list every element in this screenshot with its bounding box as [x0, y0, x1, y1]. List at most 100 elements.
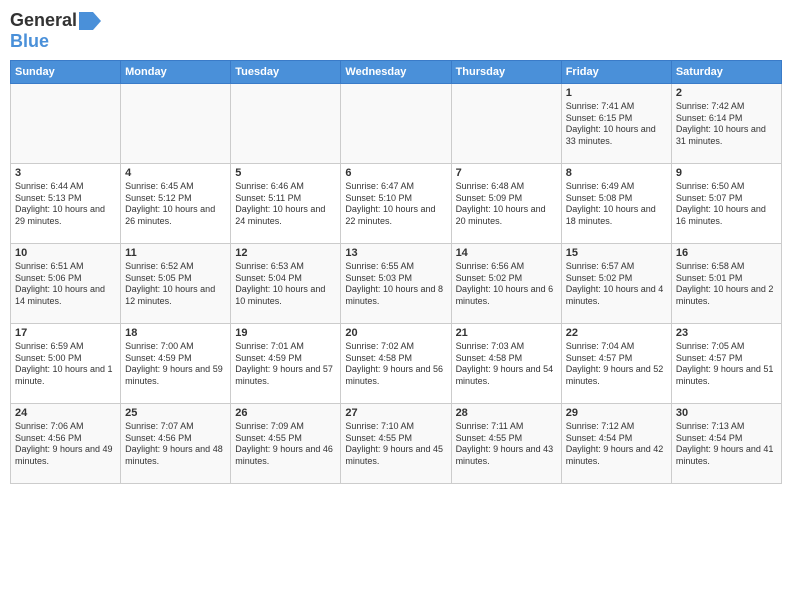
- cell-info: Sunrise: 7:02 AMSunset: 4:58 PMDaylight:…: [345, 341, 443, 386]
- calendar-cell: [451, 84, 561, 164]
- day-number: 9: [676, 167, 777, 179]
- day-number: 27: [345, 407, 446, 419]
- cell-info: Sunrise: 7:01 AMSunset: 4:59 PMDaylight:…: [235, 341, 333, 386]
- day-number: 15: [566, 247, 667, 259]
- day-number: 3: [15, 167, 116, 179]
- calendar-cell: 30Sunrise: 7:13 AMSunset: 4:54 PMDayligh…: [671, 404, 781, 484]
- day-number: 13: [345, 247, 446, 259]
- day-number: 2: [676, 87, 777, 99]
- calendar-cell: 19 Sunrise: 7:01 AMSunset: 4:59 PMDayligh…: [231, 324, 341, 404]
- cell-info: Sunrise: 6:52 AMSunset: 5:05 PMDaylight:…: [125, 261, 215, 306]
- calendar-cell: 6 Sunrise: 6:47 AMSunset: 5:10 PMDaylight…: [341, 164, 451, 244]
- cell-info: Sunrise: 7:13 AMSunset: 4:54 PMDaylight:…: [676, 421, 774, 466]
- logo: General Blue: [10, 10, 101, 52]
- day-number: 29: [566, 407, 667, 419]
- calendar-cell: [341, 84, 451, 164]
- day-number: 19: [235, 327, 336, 339]
- calendar-cell: 12 Sunrise: 6:53 AMSunset: 5:04 PMDayligh…: [231, 244, 341, 324]
- day-number: 7: [456, 167, 557, 179]
- day-header-saturday: Saturday: [671, 61, 781, 84]
- calendar-cell: 1 Sunrise: 7:41 AMSunset: 6:15 PMDaylight…: [561, 84, 671, 164]
- cell-info: Sunrise: 7:42 AMSunset: 6:14 PMDaylight:…: [676, 101, 766, 146]
- day-number: 20: [345, 327, 446, 339]
- day-number: 8: [566, 167, 667, 179]
- calendar-table: SundayMondayTuesdayWednesdayThursdayFrid…: [10, 60, 782, 484]
- day-header-tuesday: Tuesday: [231, 61, 341, 84]
- day-number: 14: [456, 247, 557, 259]
- cell-info: Sunrise: 6:56 AMSunset: 5:02 PMDaylight:…: [456, 261, 554, 306]
- calendar-header-row: SundayMondayTuesdayWednesdayThursdayFrid…: [11, 61, 782, 84]
- day-number: 10: [15, 247, 116, 259]
- calendar-cell: 5 Sunrise: 6:46 AMSunset: 5:11 PMDaylight…: [231, 164, 341, 244]
- logo-bird-icon: [79, 12, 101, 30]
- cell-info: Sunrise: 7:07 AMSunset: 4:56 PMDaylight:…: [125, 421, 223, 466]
- cell-info: Sunrise: 7:09 AMSunset: 4:55 PMDaylight:…: [235, 421, 333, 466]
- calendar-cell: 17 Sunrise: 6:59 AMSunset: 5:00 PMDayligh…: [11, 324, 121, 404]
- day-number: 6: [345, 167, 446, 179]
- calendar-cell: 15 Sunrise: 6:57 AMSunset: 5:02 PMDayligh…: [561, 244, 671, 324]
- cell-info: Sunrise: 6:46 AMSunset: 5:11 PMDaylight:…: [235, 181, 325, 226]
- calendar-cell: 3 Sunrise: 6:44 AMSunset: 5:13 PMDaylight…: [11, 164, 121, 244]
- calendar-cell: [231, 84, 341, 164]
- cell-info: Sunrise: 6:55 AMSunset: 5:03 PMDaylight:…: [345, 261, 443, 306]
- cell-info: Sunrise: 6:44 AMSunset: 5:13 PMDaylight:…: [15, 181, 105, 226]
- day-number: 25: [125, 407, 226, 419]
- calendar-cell: 22 Sunrise: 7:04 AMSunset: 4:57 PMDayligh…: [561, 324, 671, 404]
- cell-info: Sunrise: 6:50 AMSunset: 5:07 PMDaylight:…: [676, 181, 766, 226]
- calendar-cell: 4 Sunrise: 6:45 AMSunset: 5:12 PMDaylight…: [121, 164, 231, 244]
- calendar-cell: 13 Sunrise: 6:55 AMSunset: 5:03 PMDayligh…: [341, 244, 451, 324]
- calendar-cell: 20 Sunrise: 7:02 AMSunset: 4:58 PMDayligh…: [341, 324, 451, 404]
- week-row-1: 1 Sunrise: 7:41 AMSunset: 6:15 PMDaylight…: [11, 84, 782, 164]
- cell-info: Sunrise: 7:12 AMSunset: 4:54 PMDaylight:…: [566, 421, 664, 466]
- cell-info: Sunrise: 6:53 AMSunset: 5:04 PMDaylight:…: [235, 261, 325, 306]
- day-number: 4: [125, 167, 226, 179]
- page-header: General Blue: [10, 10, 782, 52]
- day-number: 26: [235, 407, 336, 419]
- calendar-cell: [11, 84, 121, 164]
- cell-info: Sunrise: 6:57 AMSunset: 5:02 PMDaylight:…: [566, 261, 664, 306]
- calendar-cell: 25 Sunrise: 7:07 AMSunset: 4:56 PMDayligh…: [121, 404, 231, 484]
- day-header-thursday: Thursday: [451, 61, 561, 84]
- week-row-3: 10 Sunrise: 6:51 AMSunset: 5:06 PMDayligh…: [11, 244, 782, 324]
- calendar-cell: 28 Sunrise: 7:11 AMSunset: 4:55 PMDayligh…: [451, 404, 561, 484]
- calendar-cell: 24Sunrise: 7:06 AMSunset: 4:56 PMDayligh…: [11, 404, 121, 484]
- calendar-cell: 23 Sunrise: 7:05 AMSunset: 4:57 PMDayligh…: [671, 324, 781, 404]
- calendar-cell: 14 Sunrise: 6:56 AMSunset: 5:02 PMDayligh…: [451, 244, 561, 324]
- cell-info: Sunrise: 7:06 AMSunset: 4:56 PMDaylight:…: [15, 421, 113, 466]
- logo-general-text: General: [10, 10, 77, 31]
- day-number: 5: [235, 167, 336, 179]
- cell-info: Sunrise: 7:05 AMSunset: 4:57 PMDaylight:…: [676, 341, 774, 386]
- cell-info: Sunrise: 7:03 AMSunset: 4:58 PMDaylight:…: [456, 341, 554, 386]
- day-number: 12: [235, 247, 336, 259]
- cell-info: Sunrise: 7:41 AMSunset: 6:15 PMDaylight:…: [566, 101, 656, 146]
- calendar-cell: 7Sunrise: 6:48 AMSunset: 5:09 PMDaylight…: [451, 164, 561, 244]
- calendar-cell: 26 Sunrise: 7:09 AMSunset: 4:55 PMDayligh…: [231, 404, 341, 484]
- cell-info: Sunrise: 7:04 AMSunset: 4:57 PMDaylight:…: [566, 341, 664, 386]
- cell-info: Sunrise: 6:59 AMSunset: 5:00 PMDaylight:…: [15, 341, 113, 386]
- cell-info: Sunrise: 6:45 AMSunset: 5:12 PMDaylight:…: [125, 181, 215, 226]
- cell-info: Sunrise: 7:10 AMSunset: 4:55 PMDaylight:…: [345, 421, 443, 466]
- cell-info: Sunrise: 6:49 AMSunset: 5:08 PMDaylight:…: [566, 181, 656, 226]
- week-row-2: 3 Sunrise: 6:44 AMSunset: 5:13 PMDaylight…: [11, 164, 782, 244]
- calendar-cell: 27 Sunrise: 7:10 AMSunset: 4:55 PMDayligh…: [341, 404, 451, 484]
- day-number: 21: [456, 327, 557, 339]
- calendar-cell: 8 Sunrise: 6:49 AMSunset: 5:08 PMDaylight…: [561, 164, 671, 244]
- calendar-cell: 18Sunrise: 7:00 AMSunset: 4:59 PMDayligh…: [121, 324, 231, 404]
- day-number: 28: [456, 407, 557, 419]
- logo-blue-text: Blue: [10, 31, 49, 52]
- day-number: 17: [15, 327, 116, 339]
- day-number: 18: [125, 327, 226, 339]
- calendar-cell: [121, 84, 231, 164]
- day-number: 22: [566, 327, 667, 339]
- cell-info: Sunrise: 6:47 AMSunset: 5:10 PMDaylight:…: [345, 181, 435, 226]
- day-number: 23: [676, 327, 777, 339]
- cell-info: Sunrise: 6:51 AMSunset: 5:06 PMDaylight:…: [15, 261, 105, 306]
- day-header-monday: Monday: [121, 61, 231, 84]
- week-row-5: 24Sunrise: 7:06 AMSunset: 4:56 PMDayligh…: [11, 404, 782, 484]
- calendar-cell: 10 Sunrise: 6:51 AMSunset: 5:06 PMDayligh…: [11, 244, 121, 324]
- day-number: 1: [566, 87, 667, 99]
- cell-info: Sunrise: 6:58 AMSunset: 5:01 PMDaylight:…: [676, 261, 774, 306]
- cell-info: Sunrise: 7:11 AMSunset: 4:55 PMDaylight:…: [456, 421, 554, 466]
- calendar-cell: 21 Sunrise: 7:03 AMSunset: 4:58 PMDayligh…: [451, 324, 561, 404]
- day-header-wednesday: Wednesday: [341, 61, 451, 84]
